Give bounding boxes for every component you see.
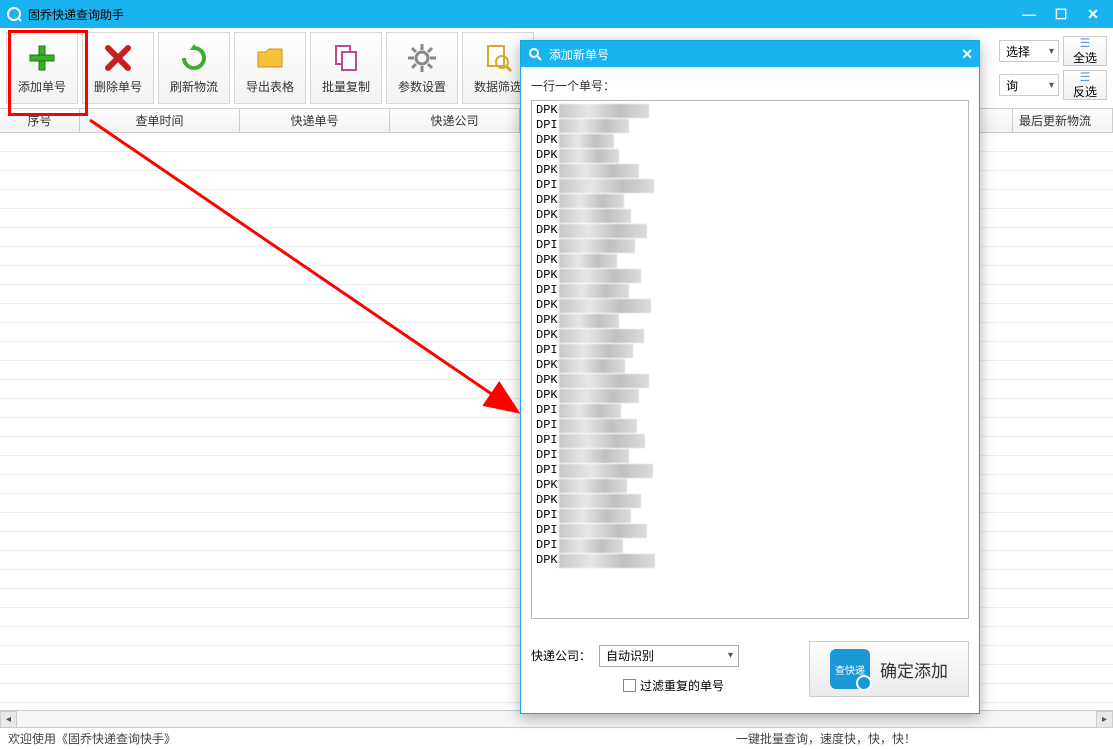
dedupe-label: 过滤重复的单号 bbox=[640, 677, 724, 694]
close-button[interactable]: ✕ bbox=[1079, 4, 1107, 24]
plus-icon bbox=[26, 42, 58, 74]
tracking-line: DPI bbox=[536, 433, 964, 448]
list-icon: ☰ bbox=[1080, 71, 1091, 83]
tracking-line: DPK bbox=[536, 163, 964, 178]
tracking-line: DPK bbox=[536, 133, 964, 148]
tracking-line: DPI bbox=[536, 538, 964, 553]
dialog-title: 添加新单号 bbox=[549, 46, 609, 63]
status-right: 一键批量查询，速度快，快，快！ bbox=[736, 730, 916, 747]
col-lastupdate[interactable]: 最后更新物流 bbox=[1013, 109, 1113, 132]
refresh-label: 刷新物流 bbox=[170, 78, 218, 95]
tracking-line: DPK bbox=[536, 268, 964, 283]
refresh-icon bbox=[178, 42, 210, 74]
delete-tracking-button[interactable]: 删除单号 bbox=[82, 32, 154, 104]
scroll-right-button[interactable]: ▸ bbox=[1096, 711, 1113, 728]
company-select-value: 自动识别 bbox=[606, 647, 654, 664]
add-tracking-button[interactable]: 添加单号 bbox=[6, 32, 78, 104]
add-tracking-dialog: 添加新单号 ✕ 一行一个单号： DPKDPIDPKDPKDPKDPIDPKDPK… bbox=[520, 40, 980, 714]
settings-button[interactable]: 参数设置 bbox=[386, 32, 458, 104]
confirm-add-button[interactable]: 查快递 确定添加 bbox=[809, 641, 969, 697]
window-title: 固乔快递查询助手 bbox=[28, 6, 1015, 23]
list-icon: ☰ bbox=[1080, 37, 1091, 49]
dialog-body: 一行一个单号： DPKDPIDPKDPKDPKDPIDPKDPKDPKDPIDP… bbox=[521, 67, 979, 623]
refresh-button[interactable]: 刷新物流 bbox=[158, 32, 230, 104]
tracking-line: DPI bbox=[536, 523, 964, 538]
invert-select-button[interactable]: ☰反选 bbox=[1063, 70, 1107, 100]
invert-label: 反选 bbox=[1073, 83, 1097, 100]
search-express-icon-text: 查快递 bbox=[835, 662, 865, 677]
select-combo[interactable]: 选择 bbox=[999, 40, 1059, 62]
tracking-line: DPI bbox=[536, 508, 964, 523]
tracking-line: DPK bbox=[536, 193, 964, 208]
tracking-line: DPK bbox=[536, 358, 964, 373]
tracking-line: DPI bbox=[536, 463, 964, 478]
add-label: 添加单号 bbox=[18, 78, 66, 95]
select-all-label: 全选 bbox=[1073, 49, 1097, 66]
tracking-line: DPK bbox=[536, 313, 964, 328]
tracking-line: DPK bbox=[536, 493, 964, 508]
gear-icon bbox=[406, 42, 438, 74]
maximize-button[interactable]: ☐ bbox=[1047, 4, 1075, 24]
minimize-button[interactable]: — bbox=[1015, 4, 1043, 24]
tracking-line: DPI bbox=[536, 403, 964, 418]
company-select[interactable]: 自动识别 bbox=[599, 645, 739, 667]
dialog-close-button[interactable]: ✕ bbox=[961, 46, 973, 63]
col-time[interactable]: 查单时间 bbox=[80, 109, 240, 132]
tracking-line: DPK bbox=[536, 328, 964, 343]
tracking-line: DPI bbox=[536, 418, 964, 433]
statusbar: 欢迎使用《固乔快递查询快手》 一键批量查询，速度快，快，快！ bbox=[0, 727, 1113, 749]
tracking-line: DPK bbox=[536, 148, 964, 163]
dialog-icon bbox=[527, 46, 543, 62]
tracking-line: DPI bbox=[536, 238, 964, 253]
confirm-label: 确定添加 bbox=[880, 657, 948, 682]
company-label: 快递公司： bbox=[531, 647, 591, 664]
select-all-button[interactable]: ☰全选 bbox=[1063, 36, 1107, 66]
x-icon bbox=[102, 42, 134, 74]
tracking-line: DPK bbox=[536, 103, 964, 118]
delete-label: 删除单号 bbox=[94, 78, 142, 95]
app-icon bbox=[6, 6, 22, 22]
copy-icon bbox=[330, 42, 362, 74]
query-combo-label: 询 bbox=[1006, 77, 1018, 94]
status-left: 欢迎使用《固乔快递查询快手》 bbox=[8, 730, 176, 747]
tracking-line: DPK bbox=[536, 388, 964, 403]
tracking-line: DPK bbox=[536, 373, 964, 388]
tracking-line: DPI bbox=[536, 283, 964, 298]
tracking-textarea[interactable]: DPKDPIDPKDPKDPKDPIDPKDPKDPKDPIDPKDPKDPID… bbox=[531, 100, 969, 619]
right-tools: 选择 ☰全选 询 ☰反选 bbox=[999, 36, 1107, 100]
dialog-titlebar: 添加新单号 ✕ bbox=[521, 41, 979, 67]
tracking-line: DPI bbox=[536, 343, 964, 358]
tracking-line: DPK bbox=[536, 208, 964, 223]
copy-button[interactable]: 批量复制 bbox=[310, 32, 382, 104]
tracking-line: DPK bbox=[536, 553, 964, 568]
export-button[interactable]: 导出表格 bbox=[234, 32, 306, 104]
tracking-line: DPI bbox=[536, 178, 964, 193]
settings-label: 参数设置 bbox=[398, 78, 446, 95]
dedupe-checkbox[interactable]: 过滤重复的单号 bbox=[623, 677, 799, 694]
tracking-line: DPK bbox=[536, 298, 964, 313]
select-combo-label: 选择 bbox=[1006, 43, 1030, 60]
copy-label: 批量复制 bbox=[322, 78, 370, 95]
dialog-hint: 一行一个单号： bbox=[531, 77, 969, 94]
titlebar: 固乔快递查询助手 — ☐ ✕ bbox=[0, 0, 1113, 28]
tracking-line: DPK bbox=[536, 253, 964, 268]
col-seq[interactable]: 序号 bbox=[0, 109, 80, 132]
tracking-line: DPK bbox=[536, 223, 964, 238]
folder-icon bbox=[254, 42, 286, 74]
tracking-line: DPK bbox=[536, 478, 964, 493]
search-doc-icon bbox=[482, 42, 514, 74]
col-company[interactable]: 快递公司 bbox=[390, 109, 520, 132]
tracking-line: DPI bbox=[536, 448, 964, 463]
dialog-footer: 快递公司： 自动识别 过滤重复的单号 查快递 确定添加 bbox=[521, 623, 979, 713]
tracking-line: DPI bbox=[536, 118, 964, 133]
filter-label: 数据筛选 bbox=[474, 78, 522, 95]
checkbox-box bbox=[623, 679, 636, 692]
scroll-left-button[interactable]: ◂ bbox=[0, 711, 17, 728]
col-number[interactable]: 快递单号 bbox=[240, 109, 390, 132]
export-label: 导出表格 bbox=[246, 78, 294, 95]
query-combo[interactable]: 询 bbox=[999, 74, 1059, 96]
search-express-icon: 查快递 bbox=[830, 649, 870, 689]
